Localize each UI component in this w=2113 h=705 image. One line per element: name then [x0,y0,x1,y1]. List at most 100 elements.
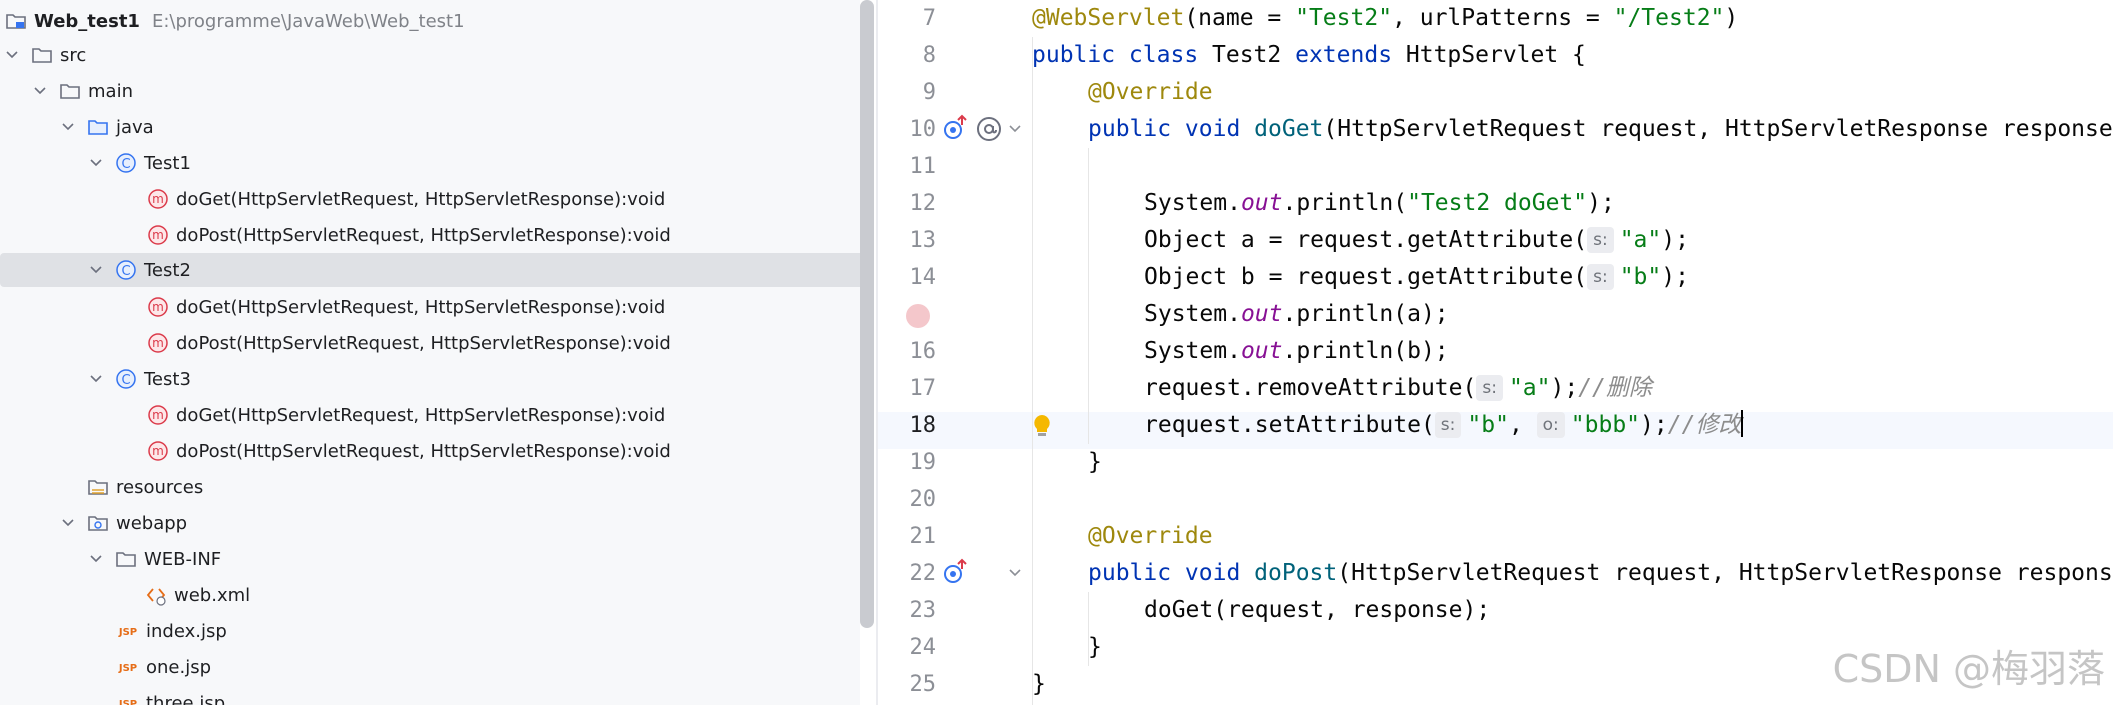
tree-scrollbar[interactable] [860,0,874,628]
line-number: 22 [909,561,937,586]
at-sign-icon[interactable] [974,114,1004,144]
source-folder-icon [86,115,110,139]
code-line-15[interactable]: System.out.println(a); [1144,296,1449,333]
tree-node-class-test2[interactable]: C Test2 [0,253,860,287]
chevron-down-icon[interactable] [86,549,106,569]
class-icon: C [114,367,138,391]
line-number: 24 [909,635,937,660]
parameter-hint: s: [1476,375,1503,401]
chevron-down-icon[interactable] [58,513,78,533]
chevron-down-icon[interactable] [30,81,50,101]
class-icon: C [114,258,138,282]
lightbulb-icon[interactable] [1030,412,1054,440]
code-token: ); [1640,412,1668,438]
project-name: Web_test1 [34,10,140,32]
code-token: (name = [1184,5,1296,31]
code-comment: //修改 [1667,412,1742,438]
override-up-arrow-icon[interactable] [942,113,970,143]
tree-node-jsp[interactable]: JSP three.jsp [0,686,860,705]
tree-node-method[interactable]: m doPost(HttpServletRequest, HttpServlet… [0,218,860,252]
code-token: .println(a); [1282,301,1449,327]
tree-node-class-test1[interactable]: C Test1 [0,146,860,180]
tree-label: resources [116,476,204,498]
line-number: 8 [922,43,936,68]
code-token: "b" [1619,264,1662,290]
line-number: 17 [909,376,937,401]
code-line-23[interactable]: doGet(request, response); [1144,592,1490,629]
chevron-down-icon[interactable] [2,45,22,65]
tree-label: Test3 [144,368,191,390]
text-caret [1741,410,1744,437]
fold-chevron-icon[interactable] [1006,564,1024,582]
code-line-12[interactable]: System.out.println("Test2 doGet"); [1144,185,1615,222]
code-line-25[interactable]: } [1032,666,1046,703]
code-editor[interactable]: 7 8 9 10 11 12 13 14 15 16 17 18 19 20 2… [878,0,2113,705]
code-token: out [1240,301,1283,327]
tree-label: doPost(HttpServletRequest, HttpServletRe… [176,332,671,354]
tree-node-java[interactable]: java [0,110,860,144]
tree-node-method[interactable]: m doPost(HttpServletRequest, HttpServlet… [0,326,860,360]
code-line-22[interactable]: public void doPost(HttpServletRequest re… [1088,555,2113,592]
code-line-7[interactable]: @WebServlet(name = "Test2", urlPatterns … [1032,0,1738,37]
code-line-13[interactable]: Object a = request.getAttribute(s: "a"); [1144,222,1689,259]
method-icon-letter: m [152,336,164,350]
code-line-16[interactable]: System.out.println(b); [1144,333,1449,370]
tree-node-webinf[interactable]: WEB-INF [0,542,860,576]
code-line-24[interactable]: } [1088,629,1102,666]
tree-label: doPost(HttpServletRequest, HttpServletRe… [176,440,671,462]
tree-node-main[interactable]: main [0,74,860,108]
override-up-arrow-icon[interactable] [942,557,970,587]
tree-node-project[interactable]: Web_test1 E:\programme\JavaWeb\Web_test1 [0,4,858,38]
watermark: CSDN @梅羽落 [1832,647,2105,691]
tree-node-jsp[interactable]: JSP index.jsp [0,614,860,648]
tree-node-method[interactable]: m doGet(HttpServletRequest, HttpServletR… [0,182,860,216]
code-token: ); [1587,190,1615,216]
chevron-down-icon[interactable] [86,369,106,389]
chevron-down-icon[interactable] [86,153,106,173]
tree-node-method[interactable]: m doPost(HttpServletRequest, HttpServlet… [0,434,860,468]
code-token: Object b = request.getAttribute( [1144,264,1588,290]
code-token: "a" [1619,227,1662,253]
code-token: ) [1724,5,1739,31]
code-token: public class [1032,42,1213,68]
code-line-21[interactable]: @Override [1088,518,1213,555]
code-token: } [1088,634,1102,660]
tree-node-class-test3[interactable]: C Test3 [0,362,860,396]
code-token: ); [1661,227,1689,253]
code-token: .println(b); [1282,338,1449,364]
line-number: 7 [922,6,936,31]
project-path: E:\programme\JavaWeb\Web_test1 [151,10,465,32]
editor-gutter[interactable]: 7 8 9 10 11 12 13 14 15 16 17 18 19 20 2… [878,0,1050,705]
tree-label: doGet(HttpServletRequest, HttpServletRes… [176,188,666,210]
code-comment: //删除 [1578,375,1652,401]
tree-node-method[interactable]: m doGet(HttpServletRequest, HttpServletR… [0,290,860,324]
code-line-18[interactable]: request.setAttribute(s: "b", o: "bbb");//修… [1144,407,1744,444]
fold-chevron-icon[interactable] [1006,120,1024,138]
module-folder-icon [4,9,28,33]
code-token: doPost [1254,560,1338,586]
chevron-down-icon[interactable] [58,117,78,137]
code-token: @WebServlet [1032,5,1185,31]
tree-label: one.jsp [146,656,212,678]
tree-label: three.jsp [146,692,226,705]
breakpoint-icon[interactable] [904,302,932,330]
tree-node-webapp[interactable]: webapp [0,506,860,540]
code-line-9[interactable]: @Override [1088,74,1213,111]
code-line-14[interactable]: Object b = request.getAttribute(s: "b"); [1144,259,1689,296]
line-number: 9 [922,80,936,105]
code-token: ); [1550,375,1579,401]
code-line-19[interactable]: } [1088,444,1102,481]
tree-node-jsp[interactable]: JSP one.jsp [0,650,860,684]
tree-node-webxml[interactable]: web.xml [0,578,860,612]
tree-node-resources[interactable]: resources [0,470,860,504]
jsp-icon-text: JSP [118,663,137,674]
tree-node-src[interactable]: src [0,38,860,72]
tree-label: Test2 [144,259,191,281]
code-line-10[interactable]: public void doGet(HttpServletRequest req… [1088,111,2113,148]
code-token: request.removeAttribute( [1144,375,1477,401]
code-line-8[interactable]: public class Test2 extends HttpServlet { [1032,37,1586,74]
chevron-down-icon[interactable] [86,260,106,280]
tree-node-method[interactable]: m doGet(HttpServletRequest, HttpServletR… [0,398,860,432]
code-line-17[interactable]: request.removeAttribute(s: "a");//删除 [1144,370,1652,407]
jsp-icon-text: JSP [118,699,137,705]
